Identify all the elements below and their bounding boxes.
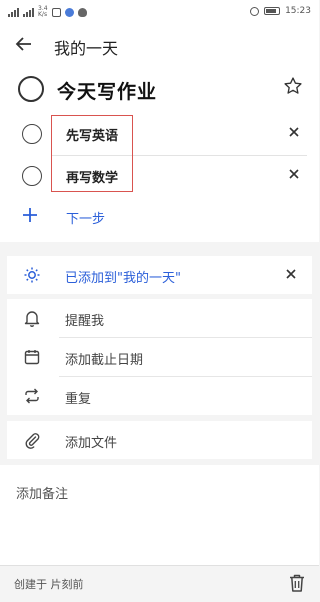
paperclip-icon bbox=[23, 431, 41, 449]
status-left: 3.4 K/s bbox=[8, 6, 87, 18]
my-day-label: 已添加到"我的一天" bbox=[65, 271, 181, 286]
note-placeholder: 添加备注 bbox=[16, 487, 69, 502]
trash-icon bbox=[290, 574, 304, 592]
step-item: 再写数学 bbox=[0, 156, 319, 196]
signal-icon-2 bbox=[23, 7, 34, 17]
status-time: 15:23 bbox=[285, 6, 311, 16]
back-arrow-icon bbox=[15, 37, 31, 51]
shield-icon bbox=[51, 7, 61, 17]
task-options-card: 提醒我 添加截止日期 重复 bbox=[7, 299, 312, 415]
repeat-row[interactable]: 重复 bbox=[7, 377, 312, 415]
step-item: 先写英语 bbox=[0, 114, 319, 154]
my-day-row[interactable]: 已添加到"我的一天" bbox=[7, 256, 312, 294]
remind-me-row[interactable]: 提醒我 bbox=[7, 299, 312, 337]
chat-notification-icon bbox=[77, 7, 87, 17]
attach-file-label: 添加文件 bbox=[65, 436, 118, 451]
note-area[interactable]: 添加备注 bbox=[0, 465, 319, 565]
sun-icon bbox=[23, 266, 41, 284]
remove-step-button[interactable] bbox=[286, 125, 302, 141]
delete-task-button[interactable] bbox=[288, 573, 308, 595]
status-bar: 3.4 K/s 15:23 bbox=[0, 0, 319, 24]
task-title[interactable]: 今天写作业 bbox=[57, 77, 157, 104]
repeat-label: 重复 bbox=[65, 392, 92, 407]
created-time-label: 创建于 片刻前 bbox=[14, 578, 84, 591]
network-speed: 3.4 K/s bbox=[38, 6, 48, 18]
attach-file-row[interactable]: 添加文件 bbox=[7, 421, 312, 459]
back-button[interactable] bbox=[14, 34, 38, 58]
highlight-box bbox=[51, 115, 133, 192]
remind-me-label: 提醒我 bbox=[65, 314, 105, 329]
due-date-row[interactable]: 添加截止日期 bbox=[7, 338, 312, 376]
repeat-icon bbox=[23, 387, 41, 405]
alarm-icon bbox=[250, 6, 260, 16]
page-title: 我的一天 bbox=[54, 39, 119, 58]
star-icon bbox=[284, 77, 302, 94]
remove-from-my-day-button[interactable] bbox=[285, 266, 297, 284]
step-checkbox[interactable] bbox=[22, 166, 42, 186]
due-date-label: 添加截止日期 bbox=[65, 353, 144, 368]
calendar-icon bbox=[23, 348, 41, 366]
step-checkbox[interactable] bbox=[22, 124, 42, 144]
status-right: 15:23 bbox=[250, 6, 311, 16]
plus-icon bbox=[23, 208, 37, 222]
task-detail-panel: 我的一天 今天写作业 先写英语 再写数学 下一步 bbox=[0, 24, 319, 242]
attach-file-card: 添加文件 bbox=[7, 421, 312, 459]
star-button[interactable] bbox=[283, 76, 305, 98]
close-icon bbox=[289, 127, 299, 137]
battery-icon bbox=[264, 7, 281, 15]
signal-icon bbox=[8, 7, 19, 17]
add-step-icon[interactable] bbox=[22, 206, 38, 228]
network-speed-unit: K/s bbox=[38, 11, 48, 18]
my-day-card: 已添加到"我的一天" bbox=[7, 256, 312, 294]
add-step-button[interactable]: 下一步 bbox=[66, 208, 105, 227]
task-complete-checkbox[interactable] bbox=[18, 76, 44, 102]
bell-icon bbox=[23, 309, 41, 327]
app-notification-icon bbox=[64, 7, 74, 17]
footer-bar: 创建于 片刻前 bbox=[0, 565, 319, 602]
close-icon bbox=[289, 169, 299, 179]
remove-step-button[interactable] bbox=[286, 167, 302, 183]
close-icon bbox=[286, 269, 296, 279]
